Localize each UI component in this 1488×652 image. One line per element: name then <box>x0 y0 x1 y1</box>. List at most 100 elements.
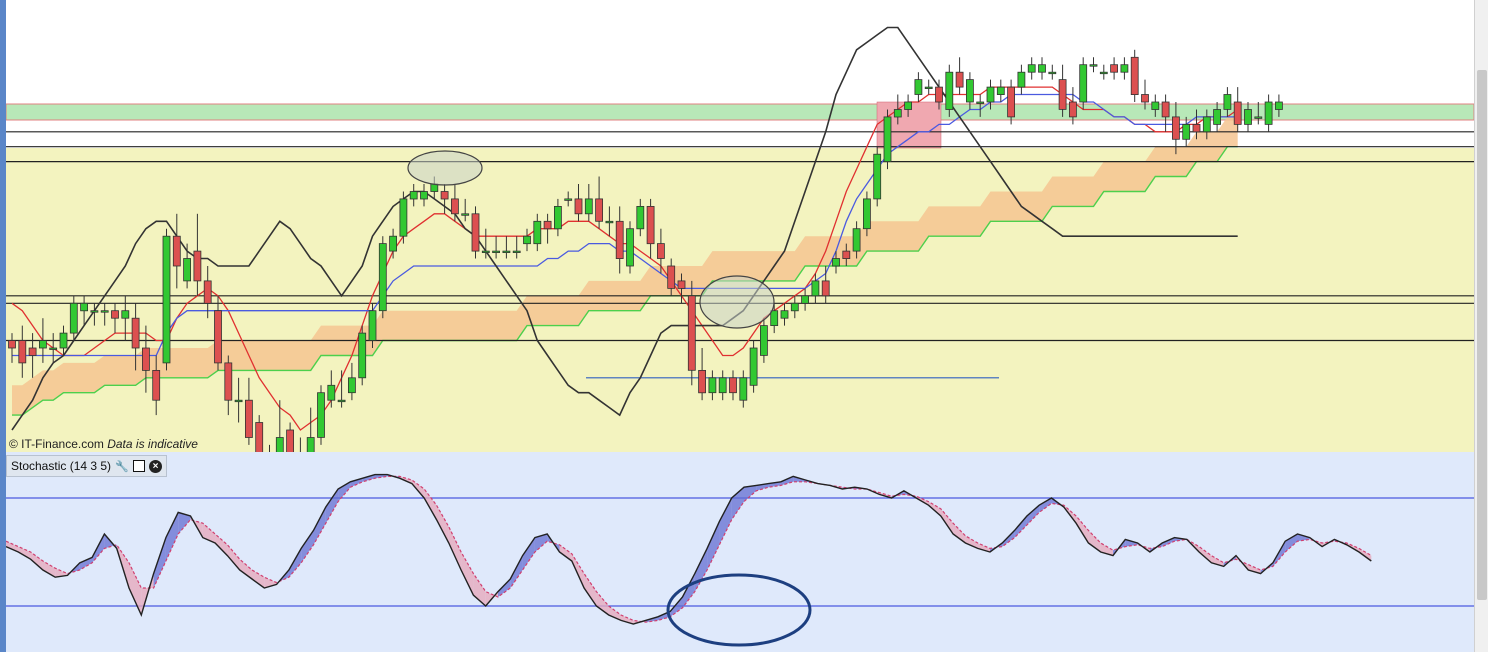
candle-body-109 <box>1130 56 1139 95</box>
candle-body-64 <box>667 265 676 289</box>
candle-body-32 <box>337 399 346 403</box>
candle-body-60 <box>626 228 634 267</box>
candle-body-39 <box>409 191 418 200</box>
candle-body-43 <box>450 198 459 215</box>
candle-body-2 <box>28 347 37 356</box>
candle-body-69 <box>718 377 727 394</box>
candle-body-96 <box>996 86 1005 95</box>
candle-66 <box>687 280 696 386</box>
highlight-ellipse-top <box>407 150 483 186</box>
candle-body-78 <box>811 280 820 297</box>
vertical-scrollbar[interactable] <box>1474 0 1488 652</box>
candle-body-6 <box>69 302 78 334</box>
candle-body-38 <box>399 198 408 237</box>
candle-body-16 <box>172 235 181 267</box>
candle-body-110 <box>1141 94 1149 103</box>
candle-body-58 <box>605 220 614 224</box>
wrench-icon[interactable]: 🔧 <box>115 459 129 473</box>
candle-body-72 <box>749 347 758 386</box>
candle-91 <box>945 64 954 117</box>
candle-body-103 <box>1069 101 1077 118</box>
candle-body-81 <box>842 250 851 260</box>
candle-60 <box>626 221 634 274</box>
candle-body-84 <box>873 153 882 200</box>
candle-34 <box>358 325 367 386</box>
candle-body-105 <box>1089 64 1098 67</box>
candle-body-108 <box>1120 64 1129 73</box>
candle-body-79 <box>821 280 830 297</box>
candle-body-87 <box>904 101 912 110</box>
candle-body-101 <box>1048 71 1057 75</box>
candle-body-120 <box>1244 109 1252 125</box>
candle-body-36 <box>378 243 387 312</box>
candle-body-40 <box>420 191 428 200</box>
candle-body-48 <box>502 250 511 254</box>
candle-body-53 <box>554 205 562 230</box>
candle-body-106 <box>1099 71 1108 75</box>
candle-body-18 <box>193 250 202 282</box>
candle-body-22 <box>234 399 243 403</box>
candle-body-67 <box>698 369 706 394</box>
candle-body-111 <box>1151 101 1160 110</box>
candle-body-27 <box>286 429 295 452</box>
candle-body-71 <box>739 377 748 401</box>
candle-body-74 <box>770 310 779 327</box>
candle-body-66 <box>687 295 696 371</box>
candle-body-118 <box>1223 94 1232 110</box>
candle-body-29 <box>306 437 315 452</box>
candle-104 <box>1079 57 1088 110</box>
candle-body-80 <box>832 258 840 267</box>
resistance-band <box>6 103 1474 121</box>
candle-body-11 <box>121 310 130 319</box>
candle-body-121 <box>1254 116 1263 119</box>
candle-body-88 <box>914 79 923 95</box>
candle-body-100 <box>1038 64 1046 73</box>
candle-body-113 <box>1172 116 1180 140</box>
candle-38 <box>399 191 408 244</box>
candle-body-55 <box>574 198 583 215</box>
candle-body-104 <box>1079 64 1088 103</box>
candle-body-0 <box>8 340 16 349</box>
candle-body-115 <box>1192 124 1201 133</box>
chart-window: © IT-Finance.com Data is indicative Stoc… <box>0 0 1488 652</box>
candle-body-10 <box>111 310 119 319</box>
candle-body-47 <box>492 250 501 254</box>
candle-body-45 <box>471 213 480 252</box>
candle-body-107 <box>1110 64 1118 73</box>
scrollbar-thumb[interactable] <box>1477 70 1487 600</box>
candle-body-92 <box>955 71 964 88</box>
copyright-note: Data is indicative <box>107 437 198 451</box>
candle-body-30 <box>317 392 325 438</box>
candle-body-7 <box>80 302 88 312</box>
candle-body-59 <box>615 220 624 260</box>
candle-body-119 <box>1233 101 1242 125</box>
stochastic-label: Stochastic (14 3 5) <box>11 459 112 473</box>
candle-body-68 <box>708 377 717 394</box>
candle-body-46 <box>481 250 490 254</box>
candle-body-13 <box>141 347 150 371</box>
candle-body-70 <box>729 377 737 394</box>
candle-body-12 <box>131 317 140 349</box>
candle-body-65 <box>677 280 686 289</box>
maximize-icon[interactable] <box>133 460 146 472</box>
stochastic-chart[interactable] <box>6 452 1474 652</box>
price-chart[interactable] <box>6 0 1474 452</box>
candle-body-95 <box>986 86 995 103</box>
candle-body-90 <box>935 86 943 103</box>
candle-84 <box>873 146 882 207</box>
candle-body-1 <box>18 340 27 364</box>
candle-body-83 <box>863 198 871 230</box>
candle-body-114 <box>1182 124 1191 140</box>
candle-body-26 <box>275 437 284 452</box>
candle-body-89 <box>924 86 933 89</box>
candle-body-91 <box>945 71 954 110</box>
close-icon[interactable]: × <box>149 459 163 473</box>
candle-body-86 <box>893 109 902 118</box>
candle-body-117 <box>1213 109 1221 125</box>
candle-body-52 <box>543 220 552 230</box>
candle-body-73 <box>760 325 768 356</box>
candle-body-42 <box>440 191 449 200</box>
candle-body-44 <box>461 213 470 216</box>
candle-body-122 <box>1264 101 1273 125</box>
candle-body-24 <box>255 422 264 452</box>
